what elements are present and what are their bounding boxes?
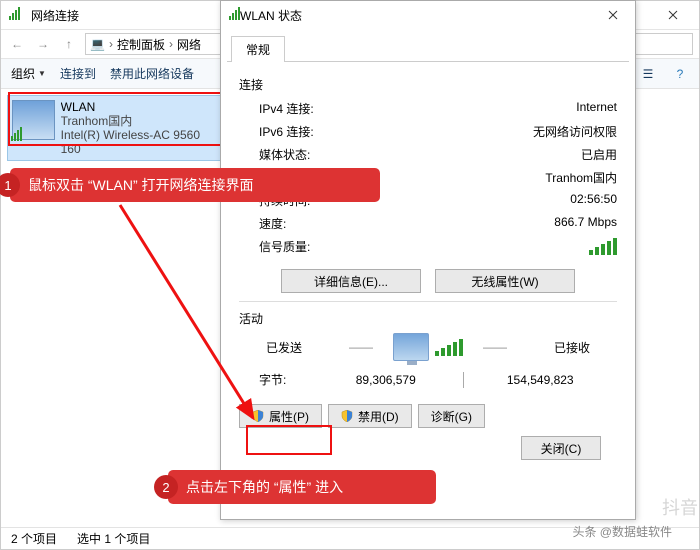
network-activity-icon (393, 333, 463, 361)
close-button[interactable] (651, 1, 695, 29)
bytes-sent: 89,306,579 (309, 373, 463, 387)
shield-icon (341, 410, 353, 422)
disable-device-button[interactable]: 禁用此网络设备 (110, 65, 194, 82)
annotation-highlight-1 (8, 92, 232, 146)
tab-general[interactable]: 常规 (231, 36, 285, 62)
chevron-right-icon: › (109, 37, 113, 51)
recv-label: 已接收 (527, 339, 617, 356)
help-button[interactable]: ? (671, 65, 689, 83)
signal-icon (229, 7, 240, 23)
shield-icon (252, 410, 264, 422)
dialog-titlebar: WLAN 状态 (221, 1, 635, 29)
activity-row: 已发送 —— —— 已接收 (239, 333, 617, 361)
annotation-callout-2: 2 点击左下角的 “属性” 进入 (168, 470, 436, 504)
annotation-callout-1: 1 鼠标双击 “WLAN” 打开网络连接界面 (10, 168, 380, 202)
item-count: 2 个项目 (11, 530, 57, 547)
breadcrumb-item[interactable]: 控制面板 (117, 36, 165, 53)
up-button[interactable]: ↑ (59, 34, 79, 54)
section-activity: 活动 (239, 310, 617, 327)
section-connection: 连接 (239, 76, 617, 93)
back-button[interactable]: ← (7, 34, 27, 54)
disable-button[interactable]: 禁用(D) (328, 404, 412, 428)
bytes-row: 字节: 89,306,579 154,549,823 (239, 367, 617, 390)
annotation-highlight-2 (246, 425, 332, 455)
connect-to-button[interactable]: 连接到 (60, 65, 96, 82)
sent-label: 已发送 (239, 339, 329, 356)
row-ipv6: IPv6 连接:无网络访问权限 (239, 120, 617, 143)
network-icon: 💻 (90, 37, 105, 51)
wireless-properties-button[interactable]: 无线属性(W) (435, 269, 575, 293)
view-details-button[interactable]: ☰ (639, 65, 657, 83)
dialog-close-button[interactable] (593, 1, 633, 29)
watermark-douyin: 抖音 (662, 494, 698, 520)
close-dialog-button[interactable]: 关闭(C) (521, 436, 601, 460)
row-media: 媒体状态:已启用 (239, 143, 617, 166)
forward-button[interactable]: → (33, 34, 53, 54)
annotation-text-2: 点击左下角的 “属性” 进入 (186, 477, 343, 497)
annotation-badge-1: 1 (0, 173, 20, 197)
row-speed: 速度:866.7 Mbps (239, 212, 617, 235)
dialog-title: WLAN 状态 (240, 7, 593, 24)
organize-menu[interactable]: 组织▼ (11, 65, 46, 82)
row-signal: 信号质量: (239, 235, 617, 261)
signal-bars-icon (589, 238, 617, 255)
diagnose-button[interactable]: 诊断(G) (418, 404, 485, 428)
selected-count: 选中 1 个项目 (77, 530, 150, 547)
tab-strip: 常规 (221, 29, 635, 61)
watermark-toutiao: 头条 @数据蛙软件 (572, 523, 672, 540)
chevron-right-icon: › (169, 37, 173, 51)
annotation-badge-2: 2 (154, 475, 178, 499)
annotation-text-1: 鼠标双击 “WLAN” 打开网络连接界面 (28, 175, 254, 195)
signal-icon (9, 7, 25, 23)
details-button[interactable]: 详细信息(E)... (281, 269, 421, 293)
breadcrumb-item[interactable]: 网络 (177, 36, 201, 53)
row-ipv4: IPv4 连接:Internet (239, 97, 617, 120)
bytes-recv: 154,549,823 (464, 373, 618, 387)
